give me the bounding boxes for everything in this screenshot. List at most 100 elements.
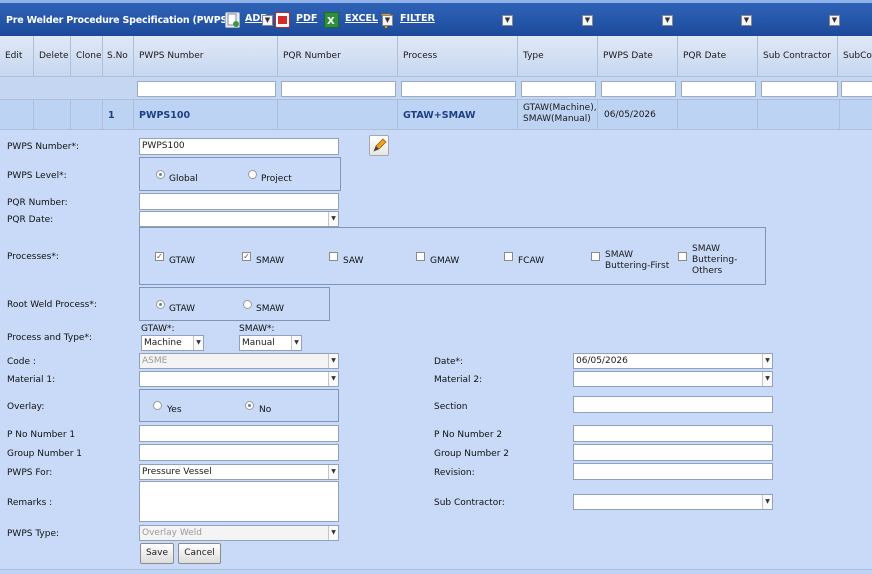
chevron-down-icon[interactable]: ▼ [741,15,752,26]
pwps-type-select[interactable]: Overlay Weld ▼ [139,525,339,541]
pwps-level-label: PWPS Level*: [7,171,67,181]
col-pwps-number[interactable]: PWPS Number [134,36,278,77]
pdf-icon[interactable] [275,12,290,28]
process-fcaw-checkbox[interactable] [504,252,513,261]
pwps-type-value: Overlay Weld [142,528,202,538]
group1-input[interactable] [139,444,339,461]
col-sno[interactable]: S.No [103,36,134,77]
filter-subco[interactable] [841,81,872,97]
edit-pencil-icon[interactable] [369,135,389,156]
pno1-input[interactable] [139,425,339,442]
chevron-down-icon[interactable]: ▼ [262,15,273,26]
excel-button[interactable]: EXCEL [345,13,378,24]
col-pwps-date-label: PWPS Date [603,51,653,61]
process-gtaw-checkbox[interactable]: ✓ [155,252,164,261]
remarks-label: Remarks : [7,498,53,508]
pno1-label: P No Number 1 [7,430,76,440]
process-smaw-checkbox[interactable]: ✓ [242,252,251,261]
add-icon[interactable] [225,12,240,28]
chevron-down-icon[interactable]: ▼ [662,15,673,26]
pdf-button[interactable]: PDF [296,13,317,24]
material1-select[interactable]: ▼ [139,371,339,387]
next-row-edge [0,569,872,574]
gtaw-type-label: GTAW*: [141,324,175,334]
level-project-radio[interactable] [248,170,257,179]
material2-select[interactable]: ▼ [573,371,773,387]
col-pwps-date[interactable]: PWPS Date [598,36,678,77]
pqr-number-input[interactable] [139,193,339,210]
process-smaw-buttering-first-checkbox[interactable] [591,252,600,261]
filter-pwps-number[interactable] [137,81,276,97]
process-gmaw-checkbox[interactable] [416,252,425,261]
date-select[interactable]: 06/05/2026 ▼ [573,353,773,369]
filter-pqr-number[interactable] [281,81,396,97]
cell-pqr-date [678,100,758,130]
pno2-input[interactable] [573,425,773,442]
pwps-for-value: Pressure Vessel [142,467,212,477]
filter-type[interactable] [521,81,596,97]
col-edit[interactable]: Edit [0,36,34,77]
level-global-radio[interactable] [156,170,165,179]
col-clone[interactable]: Clone [71,36,103,77]
root-smaw-label: SMAW [256,304,285,314]
chevron-down-icon[interactable]: ▼ [582,15,593,26]
cancel-button[interactable]: Cancel [178,543,221,564]
process-gtaw-label: GTAW [169,256,196,266]
row-sno: 1 [108,110,115,121]
col-sub-contractor[interactable]: Sub Contractor [758,36,838,77]
chevron-down-icon: ▼ [762,495,772,509]
code-select[interactable]: ASME ▼ [139,353,339,369]
chevron-down-icon[interactable]: ▼ [502,15,513,26]
process-smaw-buttering-first-label: SMAW Buttering-First [605,250,670,271]
col-pqr-date[interactable]: PQR Date [678,36,758,77]
filter-process[interactable] [401,81,516,97]
remarks-textarea[interactable] [139,481,339,522]
root-smaw-radio[interactable] [243,300,252,309]
smaw-type-select[interactable]: Manual ▼ [239,335,302,351]
revision-input[interactable] [573,463,773,480]
overlay-no-label: No [259,405,272,415]
pwps-number-input[interactable]: PWPS100 [139,138,339,155]
row-pwps-number: PWPS100 [139,110,191,121]
smaw-type-label: SMAW*: [239,324,275,334]
chevron-down-icon[interactable]: ▼ [382,15,393,26]
chevron-down-icon[interactable]: ▼ [829,15,840,26]
filter-button[interactable]: FILTER [400,13,435,24]
code-label: Code : [7,357,36,367]
process-saw-checkbox[interactable] [329,252,338,261]
filter-pqr-date[interactable] [681,81,756,97]
col-type[interactable]: Type [518,36,598,77]
group2-input[interactable] [573,444,773,461]
filter-sub-contractor[interactable] [761,81,838,97]
pqr-date-select[interactable]: ▼ [139,211,339,227]
gtaw-type-select[interactable]: Machine ▼ [141,335,204,351]
col-type-label: Type [523,51,544,61]
col-pqr-number[interactable]: PQR Number [278,36,398,77]
material2-label: Material 2: [434,375,483,385]
overlay-no-radio[interactable] [245,401,254,410]
pwps-for-select[interactable]: Pressure Vessel ▼ [139,464,339,480]
col-process-label: Process [403,51,438,61]
col-pqr-date-label: PQR Date [683,51,727,61]
pqr-date-label: PQR Date: [7,215,54,225]
excel-icon[interactable]: X [324,12,339,28]
col-sub-contractor-label: Sub Contractor [763,51,831,61]
filter-pwps-date[interactable] [601,81,676,97]
chevron-down-icon: ▼ [328,372,338,386]
root-weld-group [139,287,330,321]
col-subco[interactable]: SubCo [840,36,872,77]
overlay-yes-radio[interactable] [153,401,162,410]
subcontractor-select[interactable]: ▼ [573,494,773,510]
root-gtaw-radio[interactable] [156,300,165,309]
date-label: Date*: [434,357,464,367]
process-smaw-buttering-others-checkbox[interactable] [678,252,687,261]
col-process[interactable]: Process [398,36,518,77]
level-global-label: Global [169,174,198,184]
section-label: Section [434,402,468,412]
col-delete[interactable]: Delete [34,36,71,77]
section-input[interactable] [573,396,773,413]
save-button[interactable]: Save [140,543,174,564]
code-value: ASME [142,356,168,366]
chevron-down-icon: ▼ [762,372,772,386]
group1-label: Group Number 1 [7,449,83,459]
